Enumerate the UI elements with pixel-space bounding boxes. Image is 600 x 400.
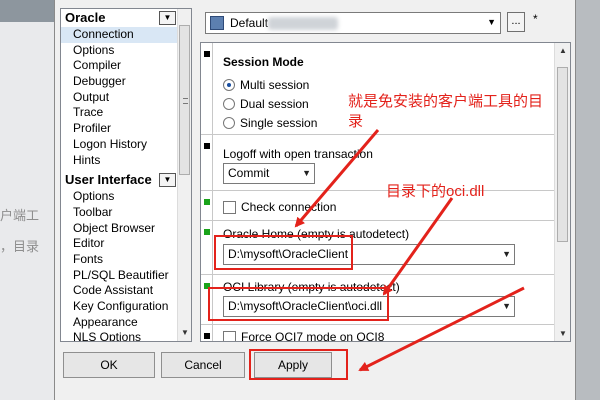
profile-icon xyxy=(210,16,224,30)
annotation-note-2: 目录下的oci.dll xyxy=(386,183,485,200)
chevron-down-icon: ▼ xyxy=(302,168,311,178)
radio-label: Multi session xyxy=(240,78,310,92)
logoff-section: Logoff with open transaction Commit ▼ xyxy=(201,135,555,191)
radio-checked-icon[interactable] xyxy=(223,79,235,91)
tree-item-key-configuration[interactable]: Key Configuration xyxy=(61,299,178,315)
annotation-note-1-line-1: 就是免安装的客户端工具的目 xyxy=(348,93,544,110)
redacted-text xyxy=(268,17,338,30)
tree-item-hints[interactable]: Hints xyxy=(61,153,178,169)
scroll-up-icon[interactable]: ▲ xyxy=(559,46,567,55)
section-marker-icon xyxy=(204,199,210,205)
check-connection-checkbox[interactable]: Check connection xyxy=(223,200,336,214)
background-right-edge xyxy=(576,0,600,400)
scroll-down-icon[interactable]: ▼ xyxy=(559,329,567,338)
profile-value: Default xyxy=(230,16,269,30)
tree-item-object-browser[interactable]: Object Browser xyxy=(61,221,178,237)
tree-item-debugger[interactable]: Debugger xyxy=(61,74,178,90)
tree-item-output[interactable]: Output xyxy=(61,90,178,106)
scroll-down-icon[interactable]: ▼ xyxy=(181,328,189,337)
checkbox-icon[interactable] xyxy=(223,330,236,341)
tree-item-appearance[interactable]: Appearance xyxy=(61,315,178,331)
collapse-group-button[interactable]: ▼ xyxy=(159,173,176,188)
tree-item-options[interactable]: Options xyxy=(61,43,178,59)
tree-scrollbar[interactable]: ▼ xyxy=(177,9,191,341)
tree-item-logon-history[interactable]: Logon History xyxy=(61,137,178,153)
tree-group-user-interface[interactable]: User Interface ▼ xyxy=(61,171,178,189)
tree-item-fonts[interactable]: Fonts xyxy=(61,252,178,268)
checkbox-label: Force OCI7 mode on OCI8 xyxy=(241,330,385,342)
section-marker-icon xyxy=(204,229,210,235)
tree-item-connection[interactable]: Connection xyxy=(61,27,178,43)
tree-item-editor[interactable]: Editor xyxy=(61,236,178,252)
panel-scrollbar[interactable]: ▲ ▼ xyxy=(554,43,570,341)
session-mode-title: Session Mode xyxy=(223,55,304,69)
highlight-oracle-home xyxy=(214,235,353,270)
radio-label: Dual session xyxy=(240,97,309,111)
highlight-oci-library xyxy=(208,287,389,321)
radio-label: Single session xyxy=(240,116,318,130)
cancel-button[interactable]: Cancel xyxy=(161,352,245,378)
background-text: 户端工 xyxy=(0,208,40,223)
background-text: ，目录 xyxy=(0,239,40,254)
section-marker-icon xyxy=(204,333,210,339)
preferences-tree: Oracle ▼ Connection Options Compiler Deb… xyxy=(60,8,192,342)
annotation-note-1-line-2: 录 xyxy=(348,113,364,130)
check-connection-section: Check connection xyxy=(201,191,555,221)
chevron-down-icon: ▼ xyxy=(502,301,511,311)
chevron-down-icon: ▼ xyxy=(502,249,511,259)
session-mode-section: Session Mode Multi session Dual session … xyxy=(201,43,555,135)
chevron-down-icon: ▼ xyxy=(487,17,496,27)
tree-group-label: Oracle xyxy=(65,10,106,25)
force-oci7-section: Force OCI7 mode on OCI8 xyxy=(201,325,555,342)
logoff-select[interactable]: Commit ▼ xyxy=(223,163,315,184)
tree-item-trace[interactable]: Trace xyxy=(61,105,178,121)
radio-icon[interactable] xyxy=(223,117,235,129)
profile-more-button[interactable]: ... xyxy=(507,12,525,32)
tree-item-nls-options[interactable]: NLS Options xyxy=(61,330,178,341)
highlight-apply-button xyxy=(249,349,348,380)
force-oci7-checkbox[interactable]: Force OCI7 mode on OCI8 xyxy=(223,330,385,342)
checkbox-icon[interactable] xyxy=(223,200,236,214)
ok-button[interactable]: OK xyxy=(63,352,155,378)
tree-scroll-thumb[interactable] xyxy=(179,25,190,175)
tree-item-plsql-beautifier[interactable]: PL/SQL Beautifier xyxy=(61,268,178,284)
radio-dual-session[interactable]: Dual session xyxy=(223,96,309,112)
radio-single-session[interactable]: Single session xyxy=(223,115,317,131)
tree-item-ui-options[interactable]: Options xyxy=(61,189,178,205)
checkbox-label: Check connection xyxy=(241,200,337,214)
tree-item-code-assistant[interactable]: Code Assistant xyxy=(61,283,178,299)
preferences-dialog: Oracle ▼ Connection Options Compiler Deb… xyxy=(54,0,576,400)
logoff-label: Logoff with open transaction xyxy=(223,147,373,161)
modified-indicator: * xyxy=(533,12,538,26)
radio-icon[interactable] xyxy=(223,98,235,110)
tree-group-oracle[interactable]: Oracle ▼ xyxy=(61,9,178,27)
section-marker-icon xyxy=(204,143,210,149)
logoff-value: Commit xyxy=(228,166,270,180)
radio-multi-session[interactable]: Multi session xyxy=(223,77,309,93)
section-marker-icon xyxy=(204,51,210,57)
tree-group-label: User Interface xyxy=(65,172,152,188)
profile-select[interactable]: Default ▼ xyxy=(205,12,501,34)
panel-scroll-thumb[interactable] xyxy=(557,67,568,242)
tree-item-profiler[interactable]: Profiler xyxy=(61,121,178,137)
tree-item-compiler[interactable]: Compiler xyxy=(61,58,178,74)
collapse-group-button[interactable]: ▼ xyxy=(159,11,176,25)
tree-item-toolbar[interactable]: Toolbar xyxy=(61,205,178,221)
